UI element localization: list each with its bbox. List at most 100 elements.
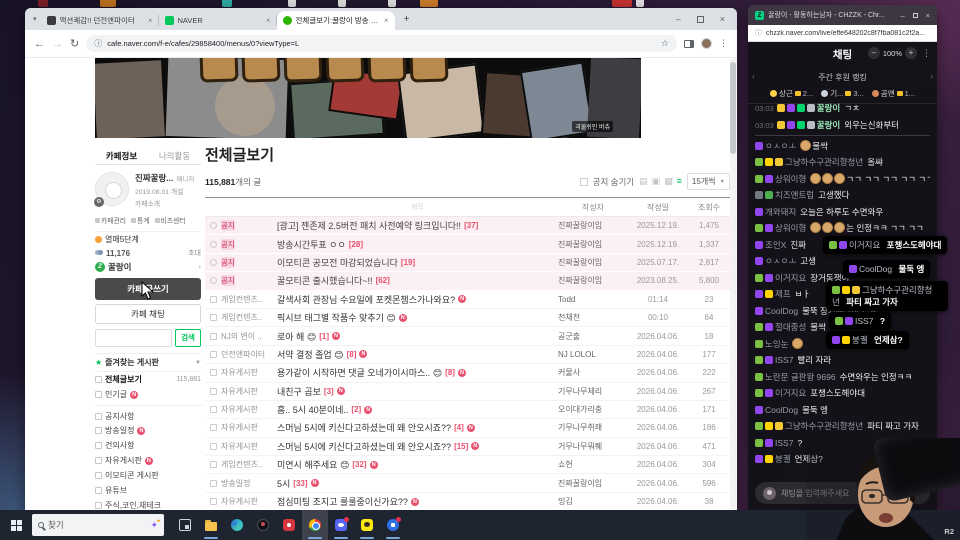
chat-message[interactable]: 노잉눈	[755, 336, 930, 353]
tab-close-icon[interactable]: ×	[148, 16, 153, 25]
cafe-intro-link[interactable]: 카페소개	[135, 198, 194, 208]
post-row[interactable]: 자유게시판 흠.. 5시 40분이네.. [2] N 오이대가리충 2026.0…	[205, 401, 730, 420]
minimize-button[interactable]: –	[900, 11, 904, 20]
comment-count[interactable]: [19]	[401, 258, 415, 267]
post-author[interactable]: 밍김	[558, 497, 573, 506]
view-grid-icon[interactable]: ▦	[664, 176, 673, 187]
post-title[interactable]: 스머님 5시에 키신다고하셨는데 왜 안오시죠??	[277, 440, 451, 453]
post-category[interactable]: 방송일정	[221, 479, 250, 488]
chatter-name[interactable]: 붕궬	[775, 454, 791, 464]
new-tab-button[interactable]: +	[399, 12, 415, 28]
ranking-next-icon[interactable]: ›	[930, 72, 933, 81]
post-title[interactable]: 이모티콘 공모전 마감되었습니다	[277, 256, 398, 269]
post-row[interactable]: NJ의 변이 .. 로아 해 😊 [1] N 공군출 2026.04.06. 1…	[205, 327, 730, 346]
chatter-name[interactable]: 그냥하수구관리향청년	[785, 421, 863, 431]
chatter-name[interactable]: 상워이형	[775, 174, 806, 184]
sidebar-search-button[interactable]: 검색	[175, 329, 201, 347]
sidebar-board-item[interactable]: 전체글보기 N 115,881	[95, 372, 201, 387]
taskbar-app-icon[interactable]	[276, 510, 302, 540]
chatter-name[interactable]: 이거지요	[775, 273, 806, 283]
chat-message[interactable]: 03:03 꿀랑이 외우는신화부터	[755, 117, 930, 136]
comment-count[interactable]: [62]	[376, 276, 390, 285]
post-row[interactable]: 공지 꿀모티콘 출시했습니다~!! [62] N 진짜꿀랑이임 2023.08.…	[205, 272, 730, 291]
sidebar-board-item[interactable]: 인기글 N	[95, 387, 201, 402]
post-author[interactable]: 진짜꿀랑이임	[558, 240, 602, 249]
browser-tab[interactable]: NAVER ×	[159, 11, 277, 30]
zoom-in-button[interactable]: +	[905, 47, 917, 59]
post-category[interactable]: 던전앤파이터	[221, 350, 265, 359]
gear-icon[interactable]: ⚙	[94, 197, 104, 207]
row-checkbox[interactable]	[209, 498, 217, 506]
chat-message[interactable]: 조인X 진짜	[755, 237, 930, 254]
post-category[interactable]: 자유게시판	[221, 368, 258, 377]
chatter-name[interactable]: 치즈앤트럽	[775, 190, 814, 200]
chatter-name[interactable]: 노란문 글판왕 9696	[765, 372, 836, 382]
row-checkbox[interactable]	[209, 442, 217, 450]
ranking-prev-icon[interactable]: ‹	[752, 72, 755, 81]
post-category[interactable]: 자유게시판	[221, 497, 258, 506]
post-author[interactable]: 기무나무취좨	[558, 423, 602, 432]
chat-message[interactable]: ㅇㅅㅇㅗ 물싹	[755, 138, 930, 155]
chevron-right-icon[interactable]: ›	[199, 264, 201, 271]
chat-message[interactable]: ㅇㅅㅇㅗ 고생	[755, 253, 930, 270]
post-author[interactable]: NJ LOLOL	[558, 350, 596, 359]
row-checkbox[interactable]	[209, 314, 217, 322]
comment-count[interactable]: [32]	[352, 460, 366, 469]
favorite-boards-label[interactable]: 즐겨찾는 게시판	[105, 357, 159, 368]
post-category[interactable]: 게임컨텐츠..	[221, 295, 262, 304]
post-title[interactable]: 로아 해 😊	[277, 330, 316, 343]
chat-message[interactable]: 치즈앤트럽 고생했다	[755, 187, 930, 204]
post-category[interactable]: 게임컨텐츠..	[221, 460, 262, 469]
chat-message[interactable]: 절대중성 물싹	[755, 319, 930, 336]
taskbar-app-icon[interactable]	[198, 510, 224, 540]
sidebar-board-item[interactable]: 공지사항 N	[95, 405, 201, 423]
address-bar[interactable]: ⓘ cafe.naver.com/f-e/cafes/29858400/menu…	[86, 35, 677, 52]
post-title[interactable]: 스머님 5시에 키신다고하셨는데 왜 안오시죠??	[277, 421, 451, 434]
comment-count[interactable]: [1]	[319, 332, 329, 341]
post-author[interactable]: 기무나무체리	[558, 387, 602, 396]
taskbar-app-icon[interactable]	[328, 510, 354, 540]
post-row[interactable]: 게임컨텐츠.. 갈색사회 관장님 수요일에 포켓몬챔스가나와요? N Todd …	[205, 291, 730, 309]
chatter-name[interactable]: 조인X	[765, 240, 786, 250]
chat-message[interactable]: CoolDog 물뚝 장거동쟁이 ㄴ듕	[755, 303, 930, 320]
post-row[interactable]: 게임컨텐츠.. 미연시 해주세요 😊 [32] N 쇼헌 2026.04.06.…	[205, 456, 730, 475]
back-icon[interactable]: ←	[34, 38, 45, 50]
chat-message[interactable]: 상워이형 ㄱㄱ ㄱㄱ ㄱㄱ ㄱㄱ ㄱㄱ	[755, 171, 930, 188]
comment-count[interactable]: [15]	[454, 442, 468, 451]
post-author[interactable]: Todd	[558, 295, 575, 304]
post-category[interactable]: 공지	[221, 220, 235, 232]
comment-count[interactable]: [8]	[347, 350, 357, 359]
chatter-name[interactable]: 그냥하수구관리향청년	[785, 157, 863, 167]
tab-close-icon[interactable]: ×	[384, 16, 389, 25]
maximize-button[interactable]	[696, 15, 704, 23]
post-author[interactable]: 커물사	[558, 368, 580, 377]
tab-my-activity[interactable]: 나의활동	[148, 148, 201, 164]
post-author[interactable]: 거무나무뭐쮀	[558, 442, 602, 451]
chat-message[interactable]: 개와돼지 오늘은 하루도 수면와우	[755, 204, 930, 221]
cafe-manage-link[interactable]: 카페관리	[95, 215, 126, 225]
post-category[interactable]: 게임컨텐츠..	[221, 313, 262, 322]
post-category[interactable]: 공지	[221, 256, 235, 268]
view-image-icon[interactable]: ▣	[652, 176, 661, 187]
sidebar-board-item[interactable]: 이모티콘 게시판 N	[95, 468, 201, 483]
my-nickname[interactable]: 꿀랑이	[108, 261, 131, 273]
post-category[interactable]: 공지	[221, 238, 235, 250]
sidebar-board-item[interactable]: 유튜브 N	[95, 483, 201, 498]
sidebar-board-item[interactable]: 방송일정 N	[95, 423, 201, 438]
close-button[interactable]: ×	[720, 14, 725, 24]
row-checkbox[interactable]	[209, 369, 217, 377]
sidebar-board-item[interactable]: 건의사항 N	[95, 438, 201, 453]
post-title[interactable]: 서약 결정 졸업 😊	[277, 348, 344, 361]
row-checkbox[interactable]	[209, 295, 217, 303]
post-row[interactable]: 공지 [광고] 젠존제 2.5버전 패치 사전예약 링크입니다!! [37] N…	[205, 217, 730, 236]
forward-icon[interactable]: →	[52, 38, 63, 50]
post-category[interactable]: 자유게시판	[221, 423, 258, 432]
zoom-out-button[interactable]: –	[867, 47, 880, 59]
site-info-icon[interactable]: ⓘ	[94, 38, 102, 49]
cafe-banner[interactable]: 괴물쉬인 버츄	[95, 58, 641, 138]
profile-avatar[interactable]	[701, 38, 712, 49]
post-author[interactable]: 진짜꿀랑이임	[558, 221, 602, 230]
side-panel-icon[interactable]	[684, 39, 694, 48]
post-category[interactable]: 자유게시판	[221, 387, 258, 396]
chatter-name[interactable]: CoolDog	[765, 306, 798, 316]
